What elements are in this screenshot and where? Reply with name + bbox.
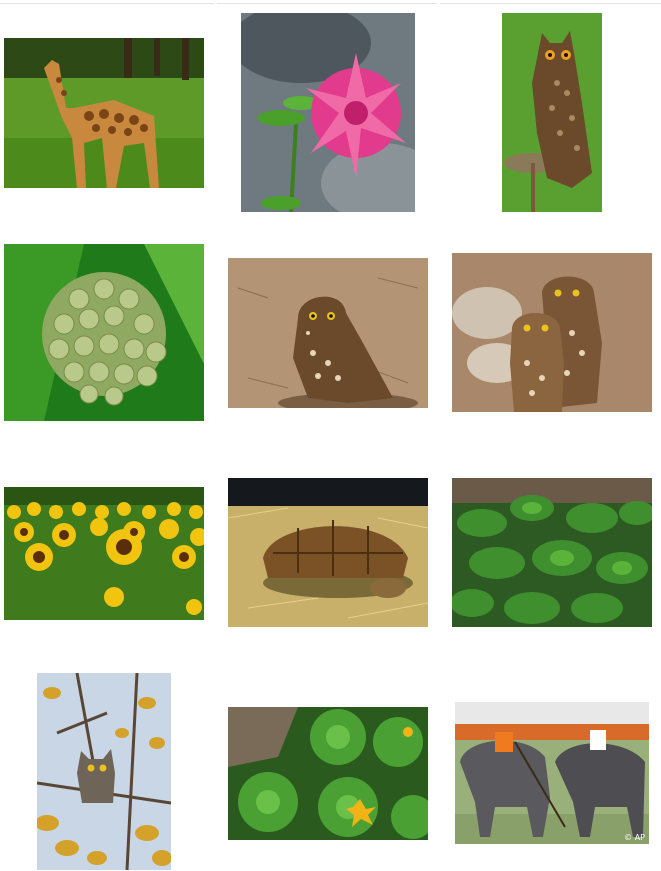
thumbnail-tortoise[interactable]: tortoise-in-hay — [228, 478, 428, 627]
thumbnail-sunflowers[interactable]: sunflower-field — [4, 487, 204, 620]
thumbnail-squash-plant[interactable]: squash-plant-leaves — [228, 707, 428, 840]
tortoise-photo — [228, 478, 428, 627]
thumbnail-mint[interactable]: mint-plant — [452, 478, 652, 627]
thumbnail-two-owls[interactable]: two-burrowing-owls — [452, 253, 652, 412]
owl-photo — [502, 13, 602, 212]
flower-photo — [241, 13, 415, 212]
thumbnail-burrowing-owl[interactable]: burrowing-owl — [228, 258, 428, 408]
thumbnail-milkweed[interactable]: milkweed-flower-buds — [4, 244, 204, 421]
owl-photo — [228, 258, 428, 408]
thumbnail-eagle-owl[interactable]: eagle-owl-on-perch — [502, 13, 602, 212]
owl-photo — [452, 253, 652, 412]
plant-photo — [228, 707, 428, 840]
thumbnail-elephant-polo[interactable]: elephant-polo © AP — [455, 702, 649, 844]
owl-photo — [37, 673, 171, 870]
thumbnail-giraffe[interactable]: giraffe — [4, 38, 204, 188]
photo-credit-watermark: © AP — [624, 833, 645, 842]
top-divider — [0, 0, 661, 4]
elephant-photo — [455, 702, 649, 844]
plant-photo — [4, 244, 204, 421]
thumbnail-owl-tree[interactable]: owl-in-autumn-tree — [37, 673, 171, 870]
plant-photo — [452, 478, 652, 627]
thumbnail-dahlia[interactable]: pink-dahlia-flower — [241, 13, 415, 212]
flower-photo — [4, 487, 204, 620]
giraffe-photo — [4, 38, 204, 188]
